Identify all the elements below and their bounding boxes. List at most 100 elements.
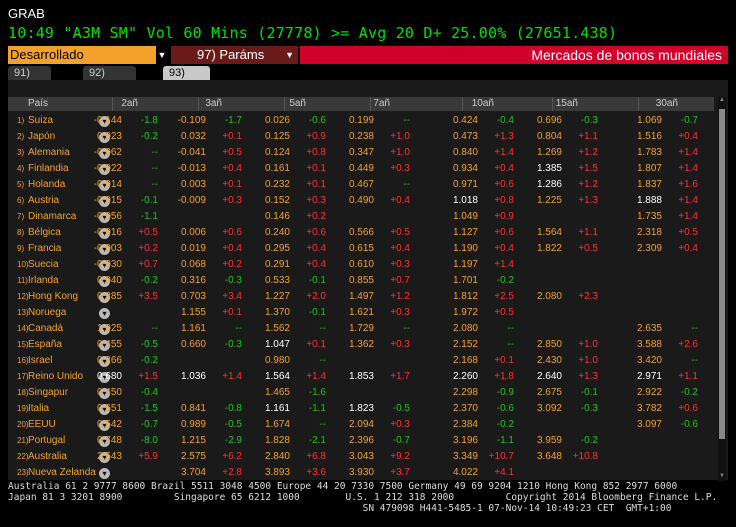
table-row[interactable]: 19) Italia ▾ 0.651 -1.5 0.841 -0.8 1.161 -1.1 1.8… xyxy=(8,402,714,418)
country-name[interactable]: EEUU xyxy=(28,419,56,430)
table-row[interactable]: 13) Noruega ▾ 1.155 +0.1 1.370 -0.1 1.621 +0.3 1.… xyxy=(8,306,714,322)
table-row[interactable]: 15) España ▾ 0.455 -0.5 0.660 -0.3 1.047 +0.1 1.3… xyxy=(8,338,714,354)
yield-value: 0.019 xyxy=(180,243,206,254)
yield-value: 0.240 xyxy=(264,227,290,238)
country-name[interactable]: Holanda xyxy=(28,179,65,190)
yield-value: 0.295 xyxy=(264,243,290,254)
table-row[interactable]: 2) Japón ▾ 0.023 -0.2 0.032 +0.1 0.125 +0.9 0.238… xyxy=(8,130,714,146)
country-name[interactable]: Italia xyxy=(28,403,49,414)
country-name[interactable]: Noruega xyxy=(28,307,66,318)
yield-value: 0.660 xyxy=(180,339,206,350)
country-name[interactable]: Japón xyxy=(28,131,55,142)
yield-value: -0.109 xyxy=(177,115,206,126)
table-row[interactable]: 8) Bélgica ▾ -0.016 +0.5 0.006 +0.6 0.240 +0.6 0.… xyxy=(8,226,714,242)
scroll-up-icon[interactable]: ▲ xyxy=(718,97,726,105)
scroll-thumb[interactable] xyxy=(719,109,725,439)
row-menu-icon[interactable]: ▾ xyxy=(99,308,110,319)
yield-value: 0.467 xyxy=(348,179,374,190)
country-name[interactable]: Portugal xyxy=(28,435,65,446)
table-row[interactable]: 4) Finlandia ▾ -0.022 -- -0.013 +0.4 0.161 +0.1 0… xyxy=(8,162,714,178)
country-name[interactable]: España xyxy=(28,339,62,350)
row-menu-icon[interactable]: ▾ xyxy=(99,468,110,479)
yield-value: 0.855 xyxy=(348,275,374,286)
yield-value: 2.094 xyxy=(348,419,374,430)
market-dropdown[interactable]: Desarrollado ▼ xyxy=(8,46,168,64)
column-header-tenor[interactable]: 30añ xyxy=(638,97,678,111)
table-row[interactable]: 17) Reino Unido ▾ 0.680 +1.5 1.036 +1.4 1.564 +1… xyxy=(8,370,714,386)
row-number: 18) xyxy=(17,388,29,397)
table-row[interactable]: 6) Austria ▾ -0.015 -0.1 -0.009 +0.3 0.152 +0.3 0… xyxy=(8,194,714,210)
yield-value: 2.635 xyxy=(636,323,662,334)
footer-line-1: Australia 61 2 9777 8600 Brazil 5511 304… xyxy=(8,481,678,492)
yield-value: 2.430 xyxy=(536,355,562,366)
yield-value: 1.465 xyxy=(264,387,290,398)
scrollbar[interactable]: ▲ ▼ xyxy=(718,97,726,481)
yield-value: 4.022 xyxy=(452,467,478,478)
table-row[interactable]: 12) Hong Kong ▾ 0.285 +3.5 0.703 +3.4 1.227 +2.0… xyxy=(8,290,714,306)
status-line: 10:49 "A3M SM" Vol 60 Mins (27778) >= Av… xyxy=(8,24,618,42)
yield-change: +1.4 xyxy=(494,259,514,270)
country-name[interactable]: Israel xyxy=(28,355,52,366)
table-row[interactable]: 22) Australia ▾ 2.543 +5.9 2.575 +6.2 2.840 +6.8… xyxy=(8,450,714,466)
row-number: 7) xyxy=(17,212,25,221)
yield-value: 1.269 xyxy=(536,147,562,158)
yield-change: -0.7 xyxy=(392,435,410,446)
yield-value: 2.575 xyxy=(180,451,206,462)
country-name[interactable]: Suecia xyxy=(28,259,59,270)
column-header-tenor[interactable]: 15añ xyxy=(538,97,578,111)
scroll-down-icon[interactable]: ▼ xyxy=(718,473,726,481)
table-row[interactable]: 16) Israel ▾ 0.266 -0.2 0.980 -- 2.168 +0.1 2.430… xyxy=(8,354,714,370)
country-name[interactable]: Austria xyxy=(28,195,59,206)
tab-spreads[interactable]: 92) Spreads xyxy=(83,66,136,93)
table-row[interactable]: 1) Suiza ▾ -0.144 -1.8 -0.109 -1.7 0.026 -0.6 0.1… xyxy=(8,114,714,130)
yield-change: +1.2 xyxy=(578,179,598,190)
table-row[interactable]: 14) Canadá ▾ 1.025 -- 1.161 -- 1.562 -- 1.729 -- 2.… xyxy=(8,322,714,338)
yield-value: 1.735 xyxy=(636,211,662,222)
yield-change: +0.3 xyxy=(390,163,410,174)
country-name[interactable]: Canadá xyxy=(28,323,63,334)
yield-value: 0.232 xyxy=(264,179,290,190)
params-button[interactable]: 97) Paráms ▼ xyxy=(171,46,298,64)
yield-value: 1.215 xyxy=(180,435,206,446)
table-row[interactable]: 9) Francia ▾ -0.003 +0.2 0.019 +0.4 0.295 +0.4 0.… xyxy=(8,242,714,258)
row-number: 22) xyxy=(17,452,29,461)
tab-curvas[interactable]: 93) Curvas xyxy=(163,66,210,93)
column-header-country[interactable]: País xyxy=(28,97,48,111)
table-row[interactable]: 5) Holanda ▾ -0.014 -- 0.003 +0.1 0.232 +0.1 0.46… xyxy=(8,178,714,194)
chevron-down-icon[interactable]: ▼ xyxy=(156,46,168,64)
country-name[interactable]: Bélgica xyxy=(28,227,61,238)
yield-change: +0.4 xyxy=(390,195,410,206)
column-header-tenor[interactable]: 5añ xyxy=(266,97,306,111)
row-number: 19) xyxy=(17,404,29,413)
table-row[interactable]: 7) Dinamarca ▾ -0.056 -1.1 0.146 +0.2 1.049 +0.9… xyxy=(8,210,714,226)
table-row[interactable]: 23) Nueva Zelanda ▾ 3.704 +2.8 3.893 +3.6 3.930… xyxy=(8,466,714,482)
column-header-tenor[interactable]: 3añ xyxy=(182,97,222,111)
table-row[interactable]: 3) Alemania ▾ -0.062 -- -0.041 +0.5 0.124 +0.8 0.… xyxy=(8,146,714,162)
yield-value: 0.696 xyxy=(536,115,562,126)
yield-value: 1.227 xyxy=(264,291,290,302)
yield-value: 0.934 xyxy=(452,163,478,174)
country-name[interactable]: Francia xyxy=(28,243,61,254)
table-row[interactable]: 21) Portugal ▾ 0.748 -8.0 1.215 -2.9 1.828 -2.1 2… xyxy=(8,434,714,450)
column-header-tenor[interactable]: 2añ xyxy=(98,97,138,111)
table-row[interactable]: 18) Singapur ▾ 0.450 -0.4 1.465 -1.6 2.298 -0.9 2… xyxy=(8,386,714,402)
country-name[interactable]: Australia xyxy=(28,451,67,462)
yield-value: -0.041 xyxy=(177,147,206,158)
country-name[interactable]: Alemania xyxy=(28,147,70,158)
yield-change: +10.8 xyxy=(572,451,598,462)
yield-change: +0.3 xyxy=(390,259,410,270)
yield-value: 1.161 xyxy=(264,403,290,414)
country-name[interactable]: Singapur xyxy=(28,387,68,398)
country-name[interactable]: Finlandia xyxy=(28,163,69,174)
table-row[interactable]: 20) EEUU ▾ 0.542 -0.7 0.989 -0.5 1.674 -- 2.094 +0… xyxy=(8,418,714,434)
column-header-tenor[interactable]: 10añ xyxy=(454,97,494,111)
table-row[interactable]: 11) Irlanda ▾ 0.040 -0.2 0.316 -0.3 0.533 -0.1 0.… xyxy=(8,274,714,290)
row-number: 2) xyxy=(17,132,25,141)
table-row[interactable]: 10) Suecia ▾ -0.030 +0.7 0.068 +0.2 0.291 +0.4 0.… xyxy=(8,258,714,274)
country-name[interactable]: Irlanda xyxy=(28,275,59,286)
yield-value: 0.989 xyxy=(180,419,206,430)
tab-bonos[interactable]: 91) Bonos xyxy=(8,66,52,93)
country-name[interactable]: Suiza xyxy=(28,115,53,126)
country-name[interactable]: Nueva Zelanda xyxy=(28,467,96,478)
yield-value: -0.056 xyxy=(93,211,122,222)
